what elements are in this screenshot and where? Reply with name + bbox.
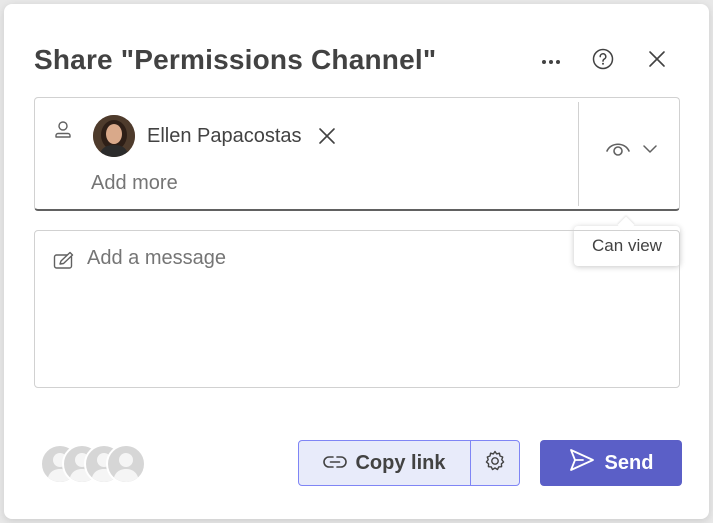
copy-link-group: Copy link	[298, 440, 520, 486]
add-more-input[interactable]	[91, 172, 391, 195]
send-icon	[569, 448, 595, 478]
copy-link-label: Copy link	[355, 451, 446, 474]
message-input[interactable]	[87, 247, 647, 270]
avatar	[93, 115, 135, 157]
chevron-down-icon	[643, 141, 657, 159]
more-options-button[interactable]	[534, 44, 568, 78]
avatar	[106, 444, 146, 484]
link-icon	[323, 452, 348, 475]
more-options-icon	[541, 52, 561, 70]
link-settings-button[interactable]	[471, 441, 519, 485]
eye-icon	[605, 139, 631, 162]
close-button[interactable]	[640, 44, 674, 78]
send-label: Send	[604, 451, 654, 474]
close-icon	[648, 50, 666, 73]
dialog-title: Share "Permissions Channel"	[34, 44, 437, 75]
divider	[578, 102, 579, 206]
copy-link-button[interactable]: Copy link	[299, 441, 471, 485]
permission-dropdown[interactable]	[591, 130, 671, 170]
shared-with-avatars[interactable]	[40, 444, 150, 484]
send-button[interactable]: Send	[540, 440, 682, 486]
recipient-chip: Ellen Papacostas	[93, 114, 338, 158]
recipients-field[interactable]: Ellen Papacostas	[34, 97, 680, 211]
person-icon	[53, 120, 73, 145]
help-icon	[592, 48, 614, 75]
recipient-name: Ellen Papacostas	[147, 124, 302, 147]
message-field[interactable]	[34, 230, 680, 388]
help-button[interactable]	[586, 44, 620, 78]
gear-icon	[483, 449, 507, 478]
edit-icon	[53, 251, 75, 276]
remove-recipient-button[interactable]	[316, 125, 338, 147]
close-icon	[318, 128, 335, 144]
share-dialog: Share "Permissions Channel" Ellen Papaco…	[4, 4, 709, 519]
